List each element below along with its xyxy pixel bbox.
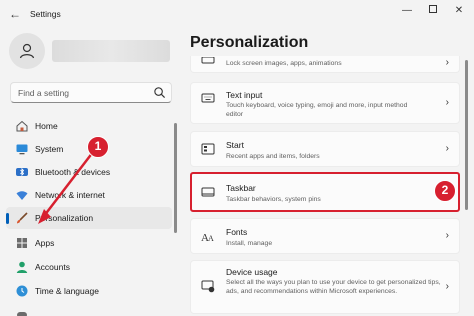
sidebar-item-time-language[interactable]: Time & language [6,280,172,302]
keyboard-icon [201,93,215,103]
brush-icon [17,212,28,224]
card-fonts[interactable]: A A Fonts Install, manage › [190,218,460,254]
app-title: Settings [30,9,61,19]
search-input[interactable]: Find a setting [10,82,172,103]
chevron-right-icon: › [445,281,449,292]
bluetooth-icon [16,167,28,177]
chevron-right-icon: › [445,57,449,68]
apps-icon [17,238,27,248]
back-arrow-icon[interactable]: ← [8,7,22,21]
main-scrollbar[interactable] [465,60,468,210]
minimize-button[interactable]: — [397,4,417,18]
chevron-right-icon: › [445,97,449,108]
home-icon [16,120,28,132]
sidebar-item-personalization[interactable]: Personalization [6,207,172,229]
lock-screen-icon [201,57,215,64]
device-usage-icon [201,280,215,293]
chevron-right-icon: › [445,230,449,241]
sidebar-item-label: Network & internet [35,190,105,200]
card-title: Start [226,140,244,150]
start-icon [201,143,215,155]
card-title: Device usage [226,267,278,277]
globe-clock-icon [16,285,28,297]
chevron-right-icon: › [445,143,449,154]
card-text-input[interactable]: Text input Touch keyboard, voice typing,… [190,82,460,124]
card-subtitle: Recent apps and items, folders [226,153,320,160]
sidebar-item-apps[interactable]: Apps [6,232,172,254]
card-start[interactable]: Start Recent apps and items, folders › [190,131,460,167]
sidebar-item-label: Time & language [35,286,99,296]
svg-text:A: A [208,234,214,243]
sidebar-item-label: Home [35,121,58,131]
card-lock-screen[interactable]: Lock screen images, apps, animations › [190,56,460,73]
user-name-redacted [52,40,170,62]
taskbar-highlight-box [190,172,460,212]
card-title: Fonts [226,227,248,237]
sidebar-item-network[interactable]: Network & internet [6,184,172,206]
card-subtitle: Lock screen images, apps, animations [226,60,342,67]
gaming-icon [17,312,27,316]
sidebar-item-label: Bluetooth & devices [35,167,111,177]
sidebar-item-label: Accounts [35,262,70,272]
card-subtitle: Touch keyboard, voice typing, emoji and … [226,102,408,118]
maximize-button[interactable] [423,4,443,18]
card-title: Text input [226,90,263,100]
sidebar-item-accounts[interactable]: Accounts [6,256,172,278]
fonts-icon: A A [201,232,214,243]
person-icon [19,43,35,59]
search-icon[interactable] [153,86,166,99]
card-device-usage[interactable]: Device usage Select all the ways you pla… [190,260,460,314]
wifi-icon [16,191,28,200]
card-subtitle: Install, manage [226,240,273,247]
person-icon [16,261,28,273]
page-title: Personalization [190,34,309,51]
title-bar: ← Settings — ✕ [0,0,474,28]
monitor-icon [16,144,28,155]
sidebar-scrollbar[interactable] [174,123,177,233]
card-subtitle: Select all the ways you plan to use your… [226,279,441,295]
close-button[interactable]: ✕ [449,4,469,18]
sidebar-item-home[interactable]: Home [6,115,172,137]
avatar[interactable] [9,33,45,69]
sidebar-item-label: System [35,144,64,154]
sidebar-item-gaming[interactable] [6,304,172,316]
step-badge-2: 2 [434,180,456,202]
sidebar-item-label: Apps [35,238,55,248]
search-placeholder: Find a setting [18,88,70,98]
sidebar-item-label: Personalization [35,213,94,223]
sidebar-item-bluetooth[interactable]: Bluetooth & devices [6,161,172,183]
step-badge-1: 1 [87,136,109,158]
